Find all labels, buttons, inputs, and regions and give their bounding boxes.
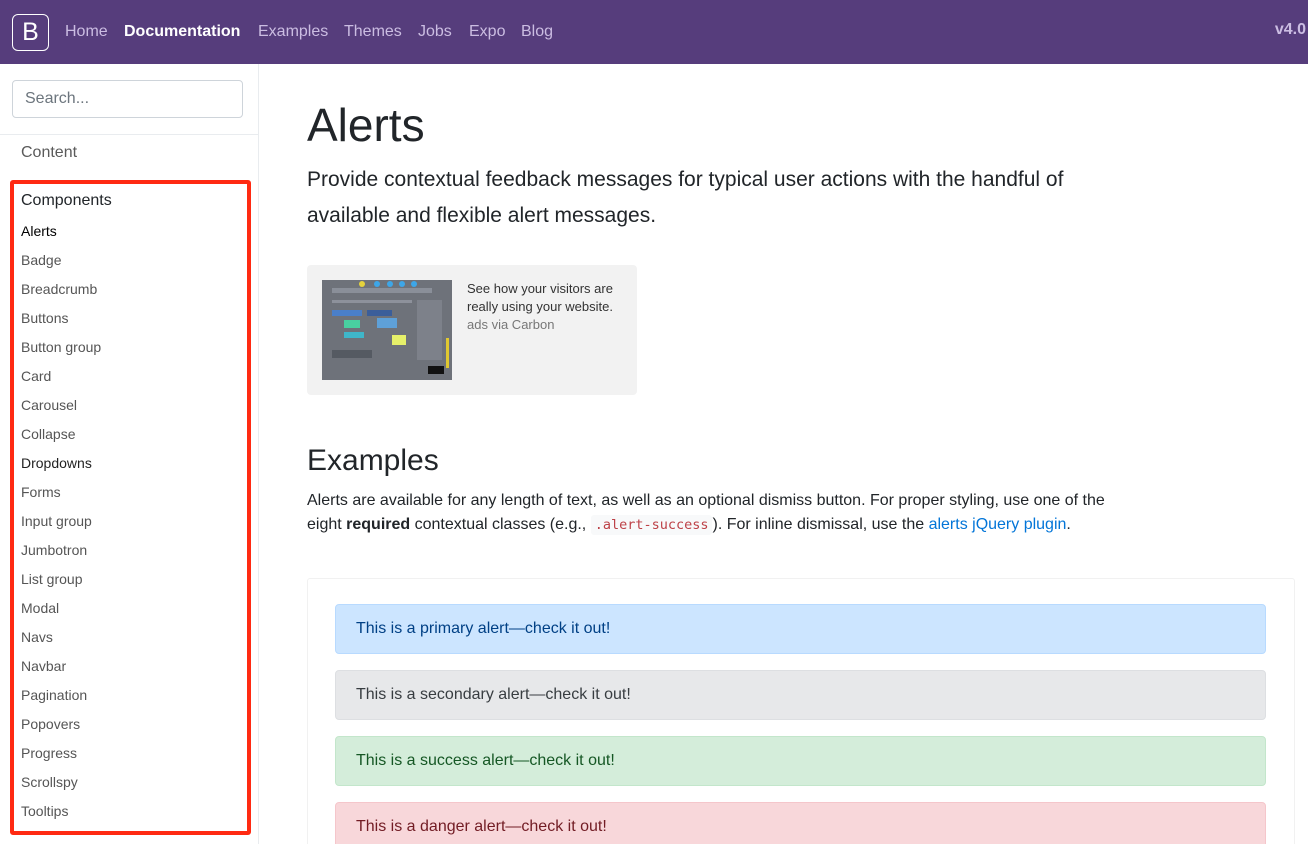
- sidebar-divider: [0, 134, 258, 135]
- examples-description: Alerts are available for any length of t…: [307, 489, 1107, 537]
- sidebar: Content Components Alerts Badge Breadcru…: [0, 64, 259, 844]
- sidebar-item-collapse[interactable]: Collapse: [21, 425, 75, 443]
- main-content: Alerts Provide contextual feedback messa…: [259, 64, 1308, 844]
- nav-jobs[interactable]: Jobs: [418, 21, 452, 43]
- alert-danger: This is a danger alert—check it out!: [335, 802, 1266, 844]
- sidebar-item-progress[interactable]: Progress: [21, 744, 77, 762]
- nav-expo[interactable]: Expo: [469, 21, 505, 43]
- nav-themes[interactable]: Themes: [344, 21, 402, 43]
- sidebar-item-navbar[interactable]: Navbar: [21, 657, 66, 675]
- desc-text-4: .: [1066, 516, 1071, 533]
- alert-success: This is a success alert—check it out!: [335, 736, 1266, 786]
- ad-heatmap-image[interactable]: [322, 280, 452, 380]
- ad-poweredby[interactable]: ads via Carbon: [467, 317, 554, 332]
- alerts-plugin-link[interactable]: alerts jQuery plugin: [929, 516, 1067, 533]
- nav-examples[interactable]: Examples: [258, 21, 328, 43]
- sidebar-item-jumbotron[interactable]: Jumbotron: [21, 541, 87, 559]
- top-navbar: B Home Documentation Examples Themes Job…: [0, 0, 1308, 64]
- alerts-example-box: This is a primary alert—check it out! Th…: [307, 578, 1295, 844]
- search-input[interactable]: [12, 80, 243, 118]
- bootstrap-logo[interactable]: B: [12, 14, 49, 51]
- sidebar-item-pagination[interactable]: Pagination: [21, 686, 87, 704]
- examples-heading: Examples: [307, 444, 439, 477]
- sidebar-item-button-group[interactable]: Button group: [21, 338, 101, 356]
- sidebar-item-input-group[interactable]: Input group: [21, 512, 92, 530]
- sidebar-section-content[interactable]: Content: [21, 144, 77, 162]
- nav-blog[interactable]: Blog: [521, 21, 553, 43]
- alert-secondary: This is a secondary alert—check it out!: [335, 670, 1266, 720]
- sidebar-item-modal[interactable]: Modal: [21, 599, 59, 617]
- sidebar-item-badge[interactable]: Badge: [21, 251, 61, 269]
- sidebar-item-navs[interactable]: Navs: [21, 628, 53, 646]
- sidebar-item-card[interactable]: Card: [21, 367, 51, 385]
- highlight-box: [10, 180, 251, 835]
- sidebar-item-popovers[interactable]: Popovers: [21, 715, 80, 733]
- sidebar-item-list-group[interactable]: List group: [21, 570, 82, 588]
- desc-bold: required: [346, 516, 411, 533]
- sidebar-item-dropdowns[interactable]: Dropdowns: [21, 454, 92, 472]
- sidebar-item-scrollspy[interactable]: Scrollspy: [21, 773, 78, 791]
- desc-text-2: contextual classes (e.g.,: [410, 516, 591, 533]
- sidebar-item-buttons[interactable]: Buttons: [21, 309, 68, 327]
- sidebar-item-carousel[interactable]: Carousel: [21, 396, 77, 414]
- desc-code: .alert-success: [590, 515, 713, 535]
- carbon-ad[interactable]: See how your visitors are really using y…: [307, 265, 637, 395]
- page-lead: Provide contextual feedback messages for…: [307, 168, 1064, 227]
- page-title: Alerts: [307, 99, 425, 151]
- version-dropdown[interactable]: v4.0: [1275, 21, 1306, 39]
- nav-home[interactable]: Home: [65, 21, 108, 43]
- ad-text[interactable]: See how your visitors are really using y…: [467, 280, 627, 316]
- sidebar-item-forms[interactable]: Forms: [21, 483, 61, 501]
- alert-primary: This is a primary alert—check it out!: [335, 604, 1266, 654]
- desc-text-3: ). For inline dismissal, use the: [712, 516, 929, 533]
- nav-documentation[interactable]: Documentation: [124, 21, 240, 43]
- sidebar-item-breadcrumb[interactable]: Breadcrumb: [21, 280, 97, 298]
- sidebar-section-components[interactable]: Components: [21, 192, 112, 210]
- sidebar-item-alerts[interactable]: Alerts: [21, 222, 57, 240]
- sidebar-item-tooltips[interactable]: Tooltips: [21, 802, 68, 820]
